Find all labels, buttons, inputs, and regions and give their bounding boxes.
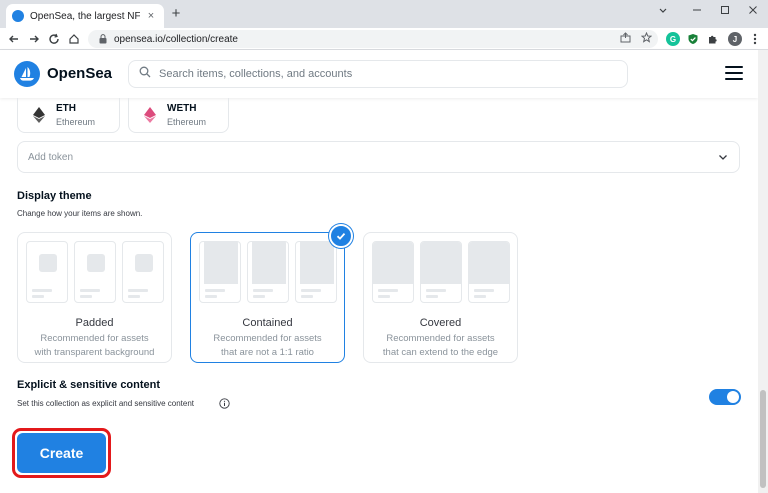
tab-close-icon[interactable]: × xyxy=(144,10,158,22)
profile-avatar[interactable]: J xyxy=(728,32,742,46)
browser-tab[interactable]: OpenSea, the largest NFT marketplace × xyxy=(6,4,164,28)
share-icon[interactable] xyxy=(618,30,632,44)
weth-icon xyxy=(144,107,156,123)
opensea-favicon-icon xyxy=(12,10,24,22)
home-icon[interactable] xyxy=(66,31,82,47)
token-card-weth[interactable]: WETH Ethereum xyxy=(128,98,229,133)
preview-tile xyxy=(26,241,68,303)
ethereum-icon xyxy=(33,107,45,123)
kebab-menu-icon[interactable] xyxy=(748,32,762,46)
add-token-placeholder: Add token xyxy=(28,151,74,163)
create-button[interactable]: Create xyxy=(17,433,106,473)
browser-titlebar: OpenSea, the largest NFT marketplace × + xyxy=(0,0,768,28)
preview-tile xyxy=(74,241,116,303)
search-box[interactable] xyxy=(128,60,628,88)
browser-toolbar: opensea.io/collection/create G J xyxy=(0,28,768,50)
search-icon xyxy=(139,65,151,83)
chevron-down-icon[interactable] xyxy=(646,0,680,20)
opensea-logo-icon[interactable] xyxy=(14,61,40,87)
bookmark-star-icon[interactable] xyxy=(639,30,653,44)
theme-description: Recommended for assets with transparent … xyxy=(34,333,155,358)
reload-icon[interactable] xyxy=(46,31,62,47)
explicit-content-toggle[interactable] xyxy=(709,389,741,405)
search-input[interactable] xyxy=(159,68,599,80)
theme-description: Recommended for assets that are not a 1:… xyxy=(213,333,322,358)
add-token-select[interactable]: Add token xyxy=(17,141,740,173)
grammarly-extension-icon[interactable]: G xyxy=(666,32,680,46)
token-card-eth[interactable]: ETH Ethereum xyxy=(17,98,120,133)
display-theme-subtitle: Change how your items are shown. xyxy=(17,209,143,218)
back-arrow-icon[interactable] xyxy=(6,31,22,47)
forward-arrow-icon[interactable] xyxy=(26,31,42,47)
theme-option-covered[interactable]: Covered Recommended for assets that can … xyxy=(363,232,518,363)
display-theme-title: Display theme xyxy=(17,190,92,202)
url-text: opensea.io/collection/create xyxy=(114,33,238,45)
preview-tile xyxy=(122,241,164,303)
tab-title: OpenSea, the largest NFT marketplace xyxy=(30,10,140,22)
brand-name[interactable]: OpenSea xyxy=(47,65,112,82)
preview-tile xyxy=(199,241,241,303)
page-scrollbar-thumb[interactable] xyxy=(760,390,766,488)
explicit-content-title: Explicit & sensitive content xyxy=(17,379,161,391)
toggle-knob xyxy=(727,391,739,403)
hamburger-menu-icon[interactable] xyxy=(725,66,743,80)
token-symbol: ETH xyxy=(56,103,76,114)
site-header: OpenSea xyxy=(0,50,758,98)
preview-tile xyxy=(372,241,414,303)
shield-check-icon[interactable] xyxy=(686,32,700,46)
theme-name: Covered xyxy=(419,317,462,329)
theme-description: Recommended for assets that can extend t… xyxy=(382,333,499,358)
selected-check-icon xyxy=(329,224,353,248)
token-symbol: WETH xyxy=(167,103,197,114)
preview-tile xyxy=(247,241,289,303)
theme-option-contained[interactable]: Contained Recommended for assets that ar… xyxy=(190,232,345,363)
token-name: Ethereum xyxy=(167,117,207,127)
token-name: Ethereum xyxy=(56,117,96,127)
info-icon[interactable] xyxy=(219,398,230,409)
lock-icon xyxy=(98,34,108,44)
extensions-puzzle-icon[interactable] xyxy=(706,32,720,46)
preview-tile xyxy=(295,241,337,303)
address-bar[interactable]: opensea.io/collection/create xyxy=(88,30,658,48)
window-close-icon[interactable] xyxy=(736,0,768,20)
chevron-down-icon xyxy=(719,155,727,160)
preview-tile xyxy=(468,241,510,303)
theme-option-padded[interactable]: Padded Recommended for assets with trans… xyxy=(17,232,172,363)
preview-tile xyxy=(420,241,462,303)
theme-name: Padded xyxy=(75,317,114,329)
explicit-content-subtitle: Set this collection as explicit and sens… xyxy=(17,399,194,408)
theme-name: Contained xyxy=(242,317,293,329)
new-tab-button[interactable]: + xyxy=(168,6,184,22)
